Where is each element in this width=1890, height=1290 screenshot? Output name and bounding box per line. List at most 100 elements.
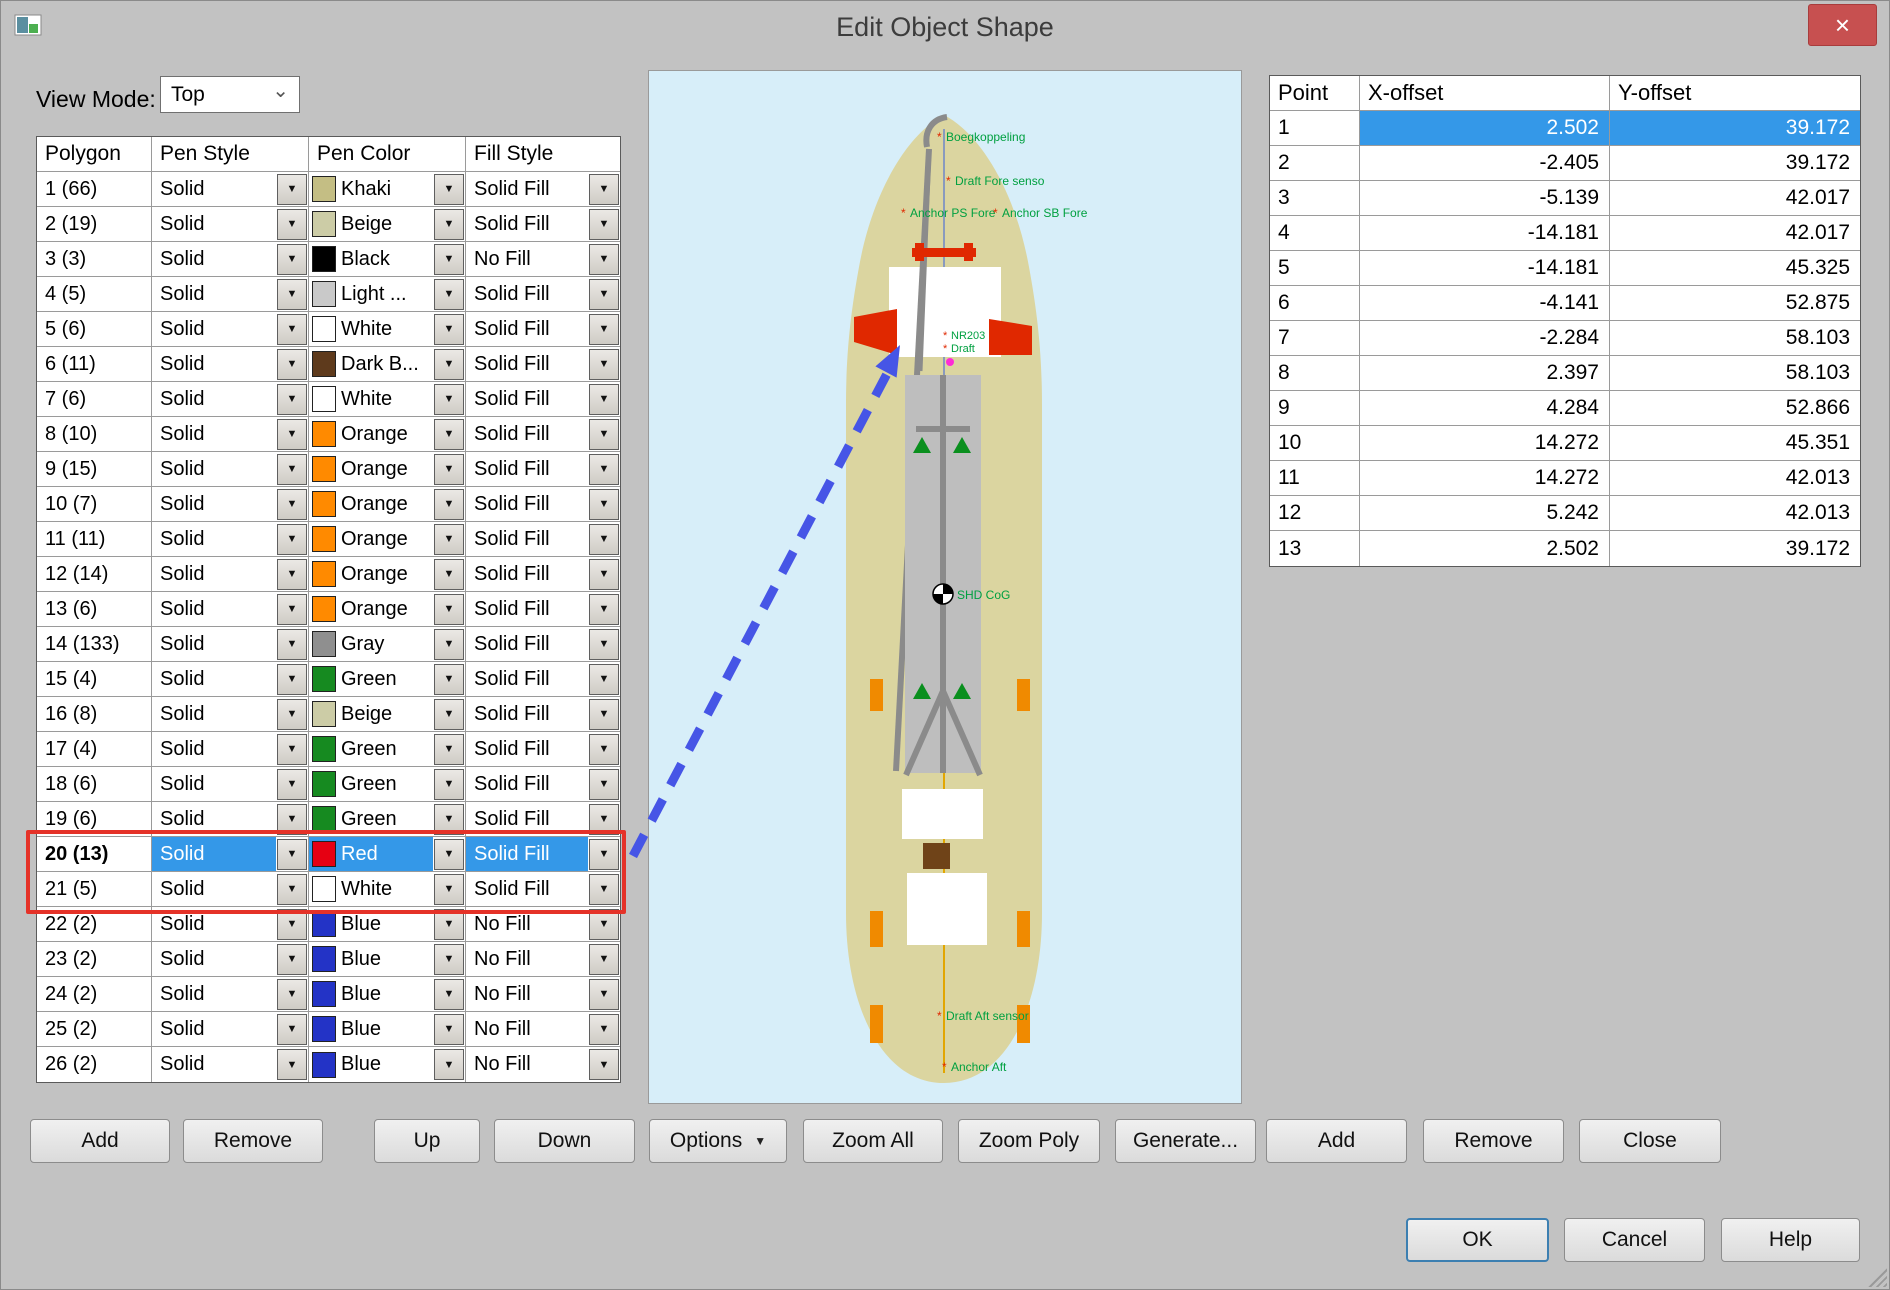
polygon-row[interactable]: 12 (14)Solid▼Orange▼Solid Fill▼: [37, 557, 620, 592]
polygon-id-cell[interactable]: 18 (6): [37, 767, 152, 801]
pen-color-cell[interactable]: Black▼: [309, 242, 466, 276]
pen-color-dropdown-button[interactable]: ▼: [434, 1014, 464, 1045]
pen-color-cell[interactable]: Green▼: [309, 802, 466, 836]
polygon-row[interactable]: 6 (11)Solid▼Dark B...▼Solid Fill▼: [37, 347, 620, 382]
point-number-cell[interactable]: 13: [1270, 531, 1360, 566]
fill-style-dropdown-button[interactable]: ▼: [589, 734, 619, 765]
pen-color-cell[interactable]: Gray▼: [309, 627, 466, 661]
pen-style-dropdown-button[interactable]: ▼: [277, 629, 307, 660]
polygon-row[interactable]: 17 (4)Solid▼Green▼Solid Fill▼: [37, 732, 620, 767]
polygon-row[interactable]: 1 (66)Solid▼Khaki▼Solid Fill▼: [37, 172, 620, 207]
fill-style-dropdown-button[interactable]: ▼: [589, 804, 619, 835]
y-offset-cell[interactable]: 42.013: [1610, 461, 1860, 495]
point-row[interactable]: 125.24242.013: [1270, 496, 1860, 531]
pen-style-cell[interactable]: Solid▼: [152, 242, 309, 276]
pen-style-dropdown-button[interactable]: ▼: [277, 174, 307, 205]
fill-style-cell[interactable]: No Fill▼: [466, 242, 620, 276]
fill-style-dropdown-button[interactable]: ▼: [589, 244, 619, 275]
pen-style-cell[interactable]: Solid▼: [152, 522, 309, 556]
pen-color-cell[interactable]: White▼: [309, 312, 466, 346]
polygon-row[interactable]: 15 (4)Solid▼Green▼Solid Fill▼: [37, 662, 620, 697]
polygon-row[interactable]: 3 (3)Solid▼Black▼No Fill▼: [37, 242, 620, 277]
options-button[interactable]: Options ▼: [649, 1119, 787, 1163]
point-row[interactable]: 12.50239.172: [1270, 111, 1860, 146]
fill-style-cell[interactable]: Solid Fill▼: [466, 592, 620, 626]
y-offset-cell[interactable]: 39.172: [1610, 111, 1860, 145]
pen-color-cell[interactable]: White▼: [309, 872, 466, 906]
pen-color-dropdown-button[interactable]: ▼: [434, 524, 464, 555]
polygon-id-cell[interactable]: 16 (8): [37, 697, 152, 731]
pen-color-dropdown-button[interactable]: ▼: [434, 734, 464, 765]
pen-style-cell[interactable]: Solid▼: [152, 907, 309, 941]
fill-style-cell[interactable]: Solid Fill▼: [466, 172, 620, 206]
pen-color-dropdown-button[interactable]: ▼: [434, 909, 464, 940]
pen-color-cell[interactable]: Blue▼: [309, 977, 466, 1011]
point-number-cell[interactable]: 8: [1270, 356, 1360, 390]
polygon-id-cell[interactable]: 7 (6): [37, 382, 152, 416]
x-offset-cell[interactable]: 14.272: [1360, 461, 1610, 495]
pen-style-cell[interactable]: Solid▼: [152, 977, 309, 1011]
fill-style-dropdown-button[interactable]: ▼: [589, 944, 619, 975]
x-offset-cell[interactable]: -2.284: [1360, 321, 1610, 355]
pen-style-cell[interactable]: Solid▼: [152, 872, 309, 906]
polygon-row[interactable]: 7 (6)Solid▼White▼Solid Fill▼: [37, 382, 620, 417]
fill-style-dropdown-button[interactable]: ▼: [589, 909, 619, 940]
fill-style-dropdown-button[interactable]: ▼: [589, 769, 619, 800]
pen-color-dropdown-button[interactable]: ▼: [434, 664, 464, 695]
polygon-row[interactable]: 16 (8)Solid▼Beige▼Solid Fill▼: [37, 697, 620, 732]
pen-color-cell[interactable]: Orange▼: [309, 452, 466, 486]
pen-color-dropdown-button[interactable]: ▼: [434, 314, 464, 345]
point-row[interactable]: 3-5.13942.017: [1270, 181, 1860, 216]
fill-style-cell[interactable]: Solid Fill▼: [466, 767, 620, 801]
pen-style-cell[interactable]: Solid▼: [152, 417, 309, 451]
fill-style-cell[interactable]: Solid Fill▼: [466, 522, 620, 556]
view-mode-select[interactable]: Top ⌄: [160, 76, 300, 113]
polygon-id-cell[interactable]: 13 (6): [37, 592, 152, 626]
pen-style-dropdown-button[interactable]: ▼: [277, 279, 307, 310]
y-offset-cell[interactable]: 45.351: [1610, 426, 1860, 460]
fill-style-dropdown-button[interactable]: ▼: [589, 454, 619, 485]
pen-style-dropdown-button[interactable]: ▼: [277, 419, 307, 450]
x-offset-cell[interactable]: 2.502: [1360, 531, 1610, 566]
pen-color-cell[interactable]: Dark B...▼: [309, 347, 466, 381]
pen-color-cell[interactable]: Orange▼: [309, 417, 466, 451]
fill-style-dropdown-button[interactable]: ▼: [589, 314, 619, 345]
x-offset-cell[interactable]: -14.181: [1360, 216, 1610, 250]
fill-style-dropdown-button[interactable]: ▼: [589, 1049, 619, 1080]
x-offset-cell[interactable]: 2.502: [1360, 111, 1610, 145]
polygon-id-cell[interactable]: 23 (2): [37, 942, 152, 976]
pen-style-dropdown-button[interactable]: ▼: [277, 314, 307, 345]
polygon-id-cell[interactable]: 26 (2): [37, 1047, 152, 1082]
point-number-cell[interactable]: 1: [1270, 111, 1360, 145]
fill-style-dropdown-button[interactable]: ▼: [589, 979, 619, 1010]
pen-color-dropdown-button[interactable]: ▼: [434, 699, 464, 730]
fill-style-dropdown-button[interactable]: ▼: [589, 699, 619, 730]
x-offset-cell[interactable]: -2.405: [1360, 146, 1610, 180]
polygon-row[interactable]: 26 (2)Solid▼Blue▼No Fill▼: [37, 1047, 620, 1082]
y-offset-cell[interactable]: 58.103: [1610, 356, 1860, 390]
pen-color-dropdown-button[interactable]: ▼: [434, 594, 464, 625]
point-row[interactable]: 5-14.18145.325: [1270, 251, 1860, 286]
pen-style-cell[interactable]: Solid▼: [152, 557, 309, 591]
pen-color-cell[interactable]: Blue▼: [309, 1047, 466, 1082]
pen-color-cell[interactable]: Green▼: [309, 732, 466, 766]
pen-style-dropdown-button[interactable]: ▼: [277, 244, 307, 275]
fill-style-dropdown-button[interactable]: ▼: [589, 839, 619, 870]
add-point-button[interactable]: Add: [1266, 1119, 1407, 1163]
polygon-id-cell[interactable]: 25 (2): [37, 1012, 152, 1046]
pen-style-dropdown-button[interactable]: ▼: [277, 979, 307, 1010]
fill-style-cell[interactable]: No Fill▼: [466, 1012, 620, 1046]
point-row[interactable]: 7-2.28458.103: [1270, 321, 1860, 356]
point-number-cell[interactable]: 6: [1270, 286, 1360, 320]
zoom-all-button[interactable]: Zoom All: [803, 1119, 943, 1163]
polygon-id-cell[interactable]: 17 (4): [37, 732, 152, 766]
y-offset-cell[interactable]: 58.103: [1610, 321, 1860, 355]
y-offset-cell[interactable]: 42.017: [1610, 181, 1860, 215]
polygon-row[interactable]: 19 (6)Solid▼Green▼Solid Fill▼: [37, 802, 620, 837]
polygon-row[interactable]: 9 (15)Solid▼Orange▼Solid Fill▼: [37, 452, 620, 487]
pen-color-cell[interactable]: Light ...▼: [309, 277, 466, 311]
fill-style-dropdown-button[interactable]: ▼: [589, 629, 619, 660]
fill-style-dropdown-button[interactable]: ▼: [589, 874, 619, 905]
pen-style-cell[interactable]: Solid▼: [152, 207, 309, 241]
polygon-id-cell[interactable]: 10 (7): [37, 487, 152, 521]
